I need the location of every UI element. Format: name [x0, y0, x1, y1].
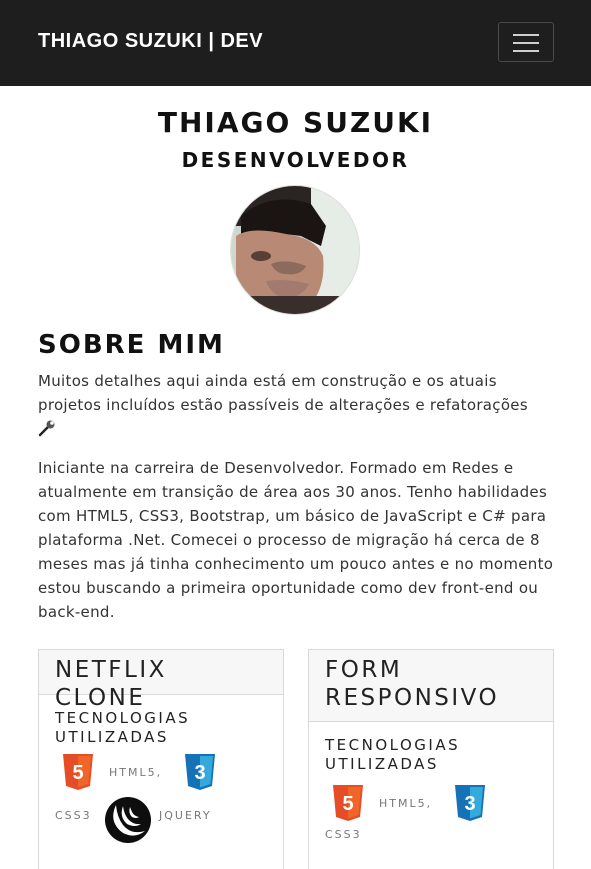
- tech-label: JQUERY: [159, 809, 212, 822]
- svg-text:3: 3: [194, 762, 205, 784]
- about-title: SOBRE MIM: [38, 330, 225, 360]
- hero-role: DESENVOLVEDOR: [181, 148, 410, 172]
- project-card-title: FORM RESPONSIVO: [309, 650, 553, 722]
- about-paragraph-2: Iniciante na carreira de Desenvolvedor. …: [38, 459, 554, 621]
- svg-text:5: 5: [342, 793, 353, 815]
- project-card-title: NETFLIX CLONE: [39, 650, 283, 711]
- tech-label: CSS3: [55, 809, 92, 822]
- project-card-body: TECNOLOGIAS UTILIZADAS 5 HTML5, 3 CSS3: [309, 722, 553, 869]
- hero-name: THIAGO SUZUKI: [157, 106, 434, 139]
- tech-list: 5 HTML5, 3 CSS3 JQUERY: [55, 747, 267, 847]
- about-paragraph: Muitos detalhes aqui ainda está em const…: [38, 369, 558, 444]
- wrench-icon: [38, 419, 56, 444]
- jquery-icon: [105, 797, 151, 843]
- css3-icon: 3: [185, 754, 215, 790]
- html5-icon: 5: [333, 785, 363, 821]
- tech-label: HTML5,: [379, 797, 433, 810]
- brand-link[interactable]: THIAGO SUZUKI | DEV: [38, 30, 263, 53]
- css3-icon: 3: [455, 785, 485, 821]
- tech-label: HTML5,: [109, 766, 163, 779]
- project-card-netflix-clone[interactable]: NETFLIX CLONE TECNOLOGIAS UTILIZADAS 5 H…: [38, 649, 284, 869]
- menu-icon-bar: [513, 42, 539, 44]
- menu-icon-bar: [513, 34, 539, 36]
- tech-title: TECNOLOGIAS UTILIZADAS: [325, 736, 461, 773]
- avatar-photo: [231, 186, 359, 314]
- navbar: THIAGO SUZUKI | DEV: [0, 0, 591, 86]
- avatar: [230, 185, 360, 315]
- project-card-form-responsivo[interactable]: FORM RESPONSIVO TECNOLOGIAS UTILIZADAS 5…: [308, 649, 554, 869]
- menu-icon-bar: [513, 50, 539, 52]
- project-card-body: TECNOLOGIAS UTILIZADAS 5 HTML5, 3 CSS3 J…: [39, 695, 283, 847]
- svg-text:5: 5: [72, 762, 83, 784]
- tech-list: 5 HTML5, 3 CSS3: [325, 774, 537, 869]
- tech-title: TECNOLOGIAS UTILIZADAS: [55, 709, 191, 746]
- menu-toggle-button[interactable]: [498, 22, 554, 62]
- tech-label: CSS3: [325, 828, 362, 841]
- svg-text:3: 3: [464, 793, 475, 815]
- about-paragraph-text: Muitos detalhes aqui ainda está em const…: [38, 372, 528, 414]
- html5-icon: 5: [63, 754, 93, 790]
